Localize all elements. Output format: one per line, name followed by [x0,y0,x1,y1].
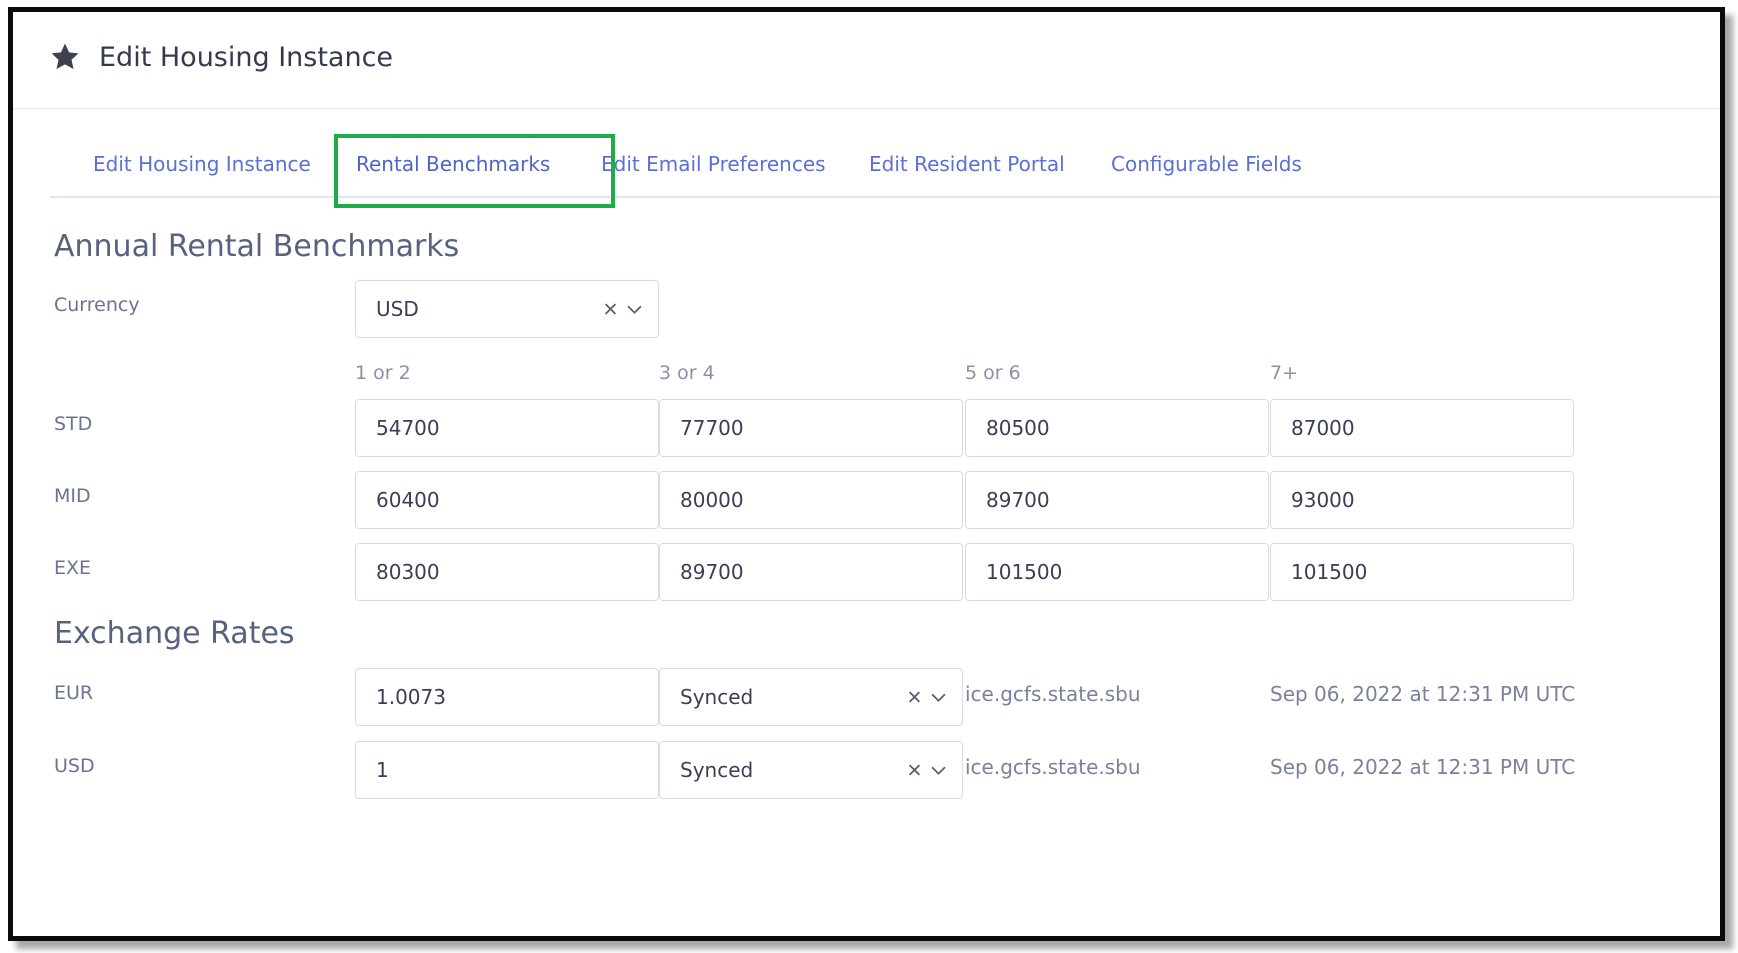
exchange-rate-input[interactable]: 1 [355,741,659,799]
rate-updated-time: Sep 06, 2022 at 12:31 PM UTC [1270,755,1576,779]
section-title-benchmarks: Annual Rental Benchmarks [54,229,460,264]
tab-rental-benchmarks[interactable]: Rental Benchmarks [356,134,550,196]
star-icon [51,43,79,70]
tab-edit-housing-instance[interactable]: Edit Housing Instance [93,134,311,196]
row-label-eur: EUR [54,682,94,704]
tab-bar: Edit Housing Instance Rental Benchmarks … [50,134,1720,198]
currency-value: USD [376,297,419,321]
benchmark-input[interactable]: 89700 [965,471,1269,529]
benchmark-input[interactable]: 77700 [659,399,963,457]
page-header: Edit Housing Instance [13,12,1720,109]
exchange-rate-input[interactable]: 1.0073 [355,668,659,726]
sync-status-select[interactable]: Synced [659,741,963,799]
currency-label: Currency [54,294,140,316]
chevron-down-icon[interactable] [931,692,946,702]
sync-status-value: Synced [680,685,754,709]
app-window: Edit Housing Instance Edit Housing Insta… [8,7,1725,941]
row-label-usd: USD [54,755,95,777]
sync-status-select[interactable]: Synced [659,668,963,726]
clear-icon[interactable] [908,691,921,704]
row-label-std: STD [54,413,93,435]
benchmark-input[interactable]: 80300 [355,543,659,601]
benchmark-input[interactable]: 101500 [1270,543,1574,601]
benchmark-input[interactable]: 60400 [355,471,659,529]
tab-configurable-fields[interactable]: Configurable Fields [1111,134,1302,196]
clear-icon[interactable] [604,303,617,316]
select-controls [908,764,946,777]
benchmark-input[interactable]: 80500 [965,399,1269,457]
chevron-down-icon[interactable] [627,304,642,314]
currency-select[interactable]: USD [355,280,659,338]
chevron-down-icon[interactable] [931,765,946,775]
row-label-mid: MID [54,485,91,507]
sync-status-value: Synced [680,758,754,782]
benchmark-input[interactable]: 87000 [1270,399,1574,457]
rate-source: ice.gcfs.state.sbu [965,682,1141,706]
benchmark-input[interactable]: 54700 [355,399,659,457]
rate-source: ice.gcfs.state.sbu [965,755,1141,779]
select-controls [604,303,642,316]
benchmark-input[interactable]: 93000 [1270,471,1574,529]
column-header: 5 or 6 [965,362,1021,384]
column-header: 7+ [1270,362,1299,384]
tab-edit-resident-portal[interactable]: Edit Resident Portal [869,134,1065,196]
tab-edit-email-preferences[interactable]: Edit Email Preferences [601,134,826,196]
benchmark-input[interactable]: 80000 [659,471,963,529]
select-controls [908,691,946,704]
section-title-exchange: Exchange Rates [54,616,295,651]
clear-icon[interactable] [908,764,921,777]
column-header: 3 or 4 [659,362,715,384]
page-title: Edit Housing Instance [99,42,394,73]
benchmark-input[interactable]: 89700 [659,543,963,601]
row-label-exe: EXE [54,557,92,579]
benchmark-input[interactable]: 101500 [965,543,1269,601]
column-header: 1 or 2 [355,362,411,384]
rate-updated-time: Sep 06, 2022 at 12:31 PM UTC [1270,682,1576,706]
